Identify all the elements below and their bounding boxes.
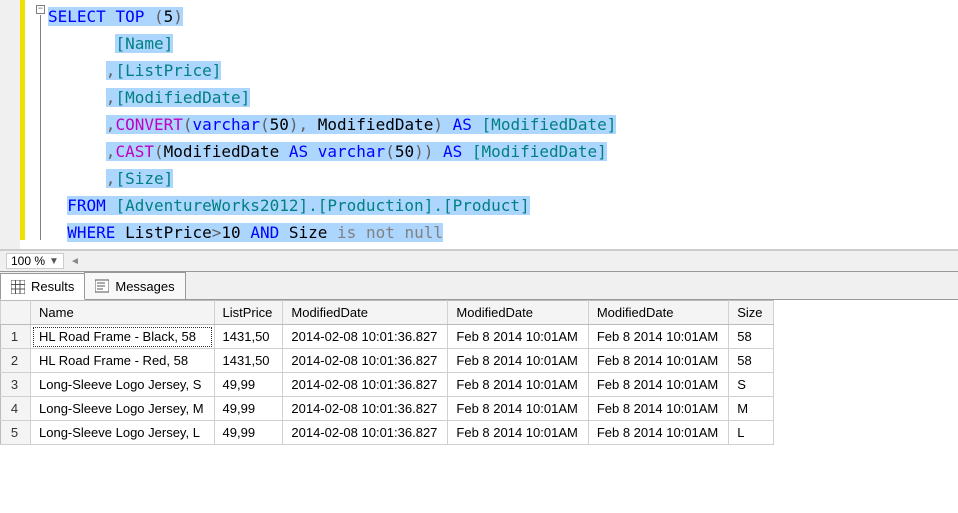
table-row[interactable]: 1 HL Road Frame - Black, 58 1431,50 2014… [1,325,774,349]
table-header-row: Name ListPrice ModifiedDate ModifiedDate… [1,301,774,325]
cell[interactable]: Long-Sleeve Logo Jersey, S [31,373,215,397]
grid-icon [11,280,25,294]
cell[interactable]: 49,99 [214,373,283,397]
kw-as-1: AS [453,115,472,134]
cell[interactable]: 2014-02-08 10:01:36.827 [283,421,448,445]
kw-and: AND [250,223,279,242]
cell[interactable]: Feb 8 2014 10:01AM [448,349,588,373]
alias-md-1: [ModifiedDate] [482,115,617,134]
cell[interactable]: 2014-02-08 10:01:36.827 [283,349,448,373]
cell[interactable]: M [729,397,773,421]
vlen-2: 50 [395,142,414,161]
cell[interactable]: Feb 8 2014 10:01AM [588,325,728,349]
cell[interactable]: Long-Sleeve Logo Jersey, M [31,397,215,421]
cell[interactable]: Long-Sleeve Logo Jersey, L [31,421,215,445]
cell[interactable]: 2014-02-08 10:01:36.827 [283,397,448,421]
kw-varchar-1: varchar [193,115,260,134]
cell[interactable]: S [729,373,773,397]
cell[interactable]: L [729,421,773,445]
col-listprice: [ListPrice] [115,61,221,80]
cell[interactable]: 49,99 [214,421,283,445]
table-row[interactable]: 2 HL Road Frame - Red, 58 1431,50 2014-0… [1,349,774,373]
cell[interactable]: Feb 8 2014 10:01AM [588,397,728,421]
zoom-bar: 100 % ▼ ◄ [0,250,958,272]
row-number[interactable]: 2 [1,349,31,373]
cell[interactable]: Feb 8 2014 10:01AM [448,373,588,397]
kw-select: SELECT [48,7,106,26]
where-listprice: ListPrice [125,223,212,242]
op-gt: > [212,223,222,242]
results-grid[interactable]: Name ListPrice ModifiedDate ModifiedDate… [0,300,958,445]
cell[interactable]: HL Road Frame - Red, 58 [31,349,215,373]
zoom-dropdown[interactable]: 100 % ▼ [6,253,64,269]
cell[interactable]: 2014-02-08 10:01:36.827 [283,325,448,349]
kw-as-2: AS [443,142,462,161]
row-number[interactable]: 4 [1,397,31,421]
cell[interactable]: 49,99 [214,397,283,421]
arg-modd-2: ModifiedDate [164,142,280,161]
table-row[interactable]: 3 Long-Sleeve Logo Jersey, S 49,99 2014-… [1,373,774,397]
kw-convert: CONVERT [115,115,182,134]
messages-icon [95,279,109,293]
col-header[interactable]: ListPrice [214,301,283,325]
results-table[interactable]: Name ListPrice ModifiedDate ModifiedDate… [0,300,774,445]
zoom-value: 100 % [11,254,45,268]
chevron-down-icon: ▼ [49,256,59,267]
table-row[interactable]: 5 Long-Sleeve Logo Jersey, L 49,99 2014-… [1,421,774,445]
row-number[interactable]: 1 [1,325,31,349]
cell[interactable]: Feb 8 2014 10:01AM [448,325,588,349]
sql-editor[interactable]: SELECT TOP (5) [Name] ,[ListPrice] ,[Mod… [0,0,958,250]
cell[interactable]: 1431,50 [214,325,283,349]
cell[interactable]: HL Road Frame - Black, 58 [31,325,215,349]
cell[interactable]: 1431,50 [214,349,283,373]
outline-collapse-icon[interactable] [36,5,45,14]
kw-where: WHERE [67,223,115,242]
tab-messages[interactable]: Messages [84,272,185,299]
table-row[interactable]: 4 Long-Sleeve Logo Jersey, M 49,99 2014-… [1,397,774,421]
col-modifieddate: [ModifiedDate] [115,88,250,107]
kw-cast: CAST [115,142,154,161]
col-header[interactable]: ModifiedDate [448,301,588,325]
kw-top: TOP [115,7,144,26]
row-number[interactable]: 5 [1,421,31,445]
editor-gutter [0,0,20,249]
row-header-blank[interactable] [1,301,31,325]
cell[interactable]: Feb 8 2014 10:01AM [588,349,728,373]
cell[interactable]: Feb 8 2014 10:01AM [588,421,728,445]
kw-as-inner: AS [289,142,308,161]
tab-results-label: Results [31,279,74,294]
top-n: 5 [164,7,174,26]
col-header[interactable]: Size [729,301,773,325]
row-number[interactable]: 3 [1,373,31,397]
cell[interactable]: 58 [729,349,773,373]
kw-from: FROM [67,196,106,215]
col-header[interactable]: ModifiedDate [283,301,448,325]
col-header[interactable]: ModifiedDate [588,301,728,325]
alias-md-2: [ModifiedDate] [472,142,607,161]
cell[interactable]: Feb 8 2014 10:01AM [448,421,588,445]
vlen-1: 50 [270,115,289,134]
col-name: [Name] [115,34,173,53]
col-header[interactable]: Name [31,301,215,325]
kw-varchar-2: varchar [318,142,385,161]
col-size: [Size] [115,169,173,188]
arg-modd-1: ModifiedDate [318,115,434,134]
kw-isnotnull: is not null [337,223,443,242]
scroll-left-icon[interactable]: ◄ [70,256,80,267]
tab-results[interactable]: Results [0,273,85,300]
editor-change-marker [20,0,25,240]
cell[interactable]: 58 [729,325,773,349]
where-size: Size [289,223,328,242]
code-content[interactable]: SELECT TOP (5) [Name] ,[ListPrice] ,[Mod… [0,0,958,249]
outline-guide [40,15,41,240]
cell[interactable]: 2014-02-08 10:01:36.827 [283,373,448,397]
tab-messages-label: Messages [115,279,174,294]
val-10: 10 [221,223,240,242]
cell[interactable]: Feb 8 2014 10:01AM [448,397,588,421]
result-tabs: Results Messages [0,272,958,300]
table-name: [AdventureWorks2012].[Production].[Produ… [115,196,529,215]
cell[interactable]: Feb 8 2014 10:01AM [588,373,728,397]
